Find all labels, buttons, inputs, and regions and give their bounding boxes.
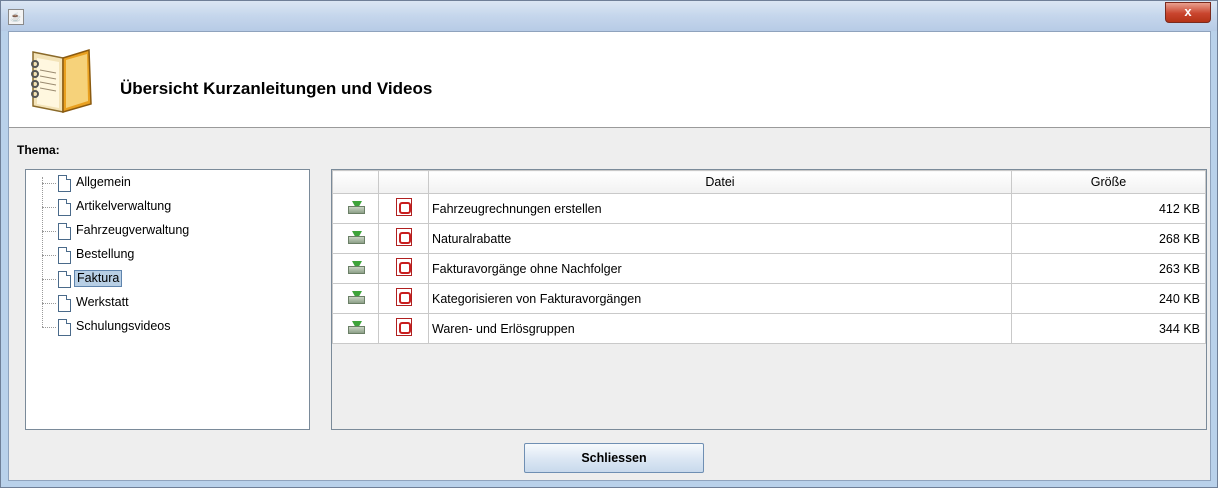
files-table-panel: Datei Größe Fahrzeugrechnungen erstellen…: [331, 169, 1207, 430]
download-icon[interactable]: [348, 230, 365, 244]
file-size-cell: 263 KB: [1011, 253, 1206, 284]
topic-tree[interactable]: Allgemein Artikelverwaltung Fahrzeugverw…: [25, 169, 310, 430]
tree-item-label: Allgemein: [76, 175, 131, 189]
tree-item-label: Werkstatt: [76, 295, 129, 309]
pdf-icon[interactable]: [395, 258, 412, 276]
document-icon: [58, 223, 71, 240]
pdf-cell[interactable]: [378, 223, 429, 254]
table-header-row: Datei Größe: [332, 170, 1206, 194]
dialog-content: Übersicht Kurzanleitungen und Videos The…: [8, 31, 1211, 481]
download-cell[interactable]: [332, 193, 379, 224]
java-icon[interactable]: ☕: [8, 9, 24, 25]
book-icon: [31, 48, 92, 113]
close-button[interactable]: Schliessen: [524, 443, 704, 473]
column-header-pdf[interactable]: [378, 170, 429, 194]
file-name-cell[interactable]: Naturalrabatte: [428, 223, 1012, 254]
tree-item-label: Schulungsvideos: [76, 319, 171, 333]
file-size-cell: 412 KB: [1011, 193, 1206, 224]
download-cell[interactable]: [332, 313, 379, 344]
tree-item-bestellung[interactable]: Bestellung: [42, 244, 302, 266]
table-row[interactable]: Kategorisieren von Fakturavorgängen 240 …: [332, 283, 1206, 314]
tree-item-allgemein[interactable]: Allgemein: [42, 172, 302, 194]
table-row[interactable]: Waren- und Erlösgruppen 344 KB: [332, 313, 1206, 344]
document-icon: [58, 175, 71, 192]
tree-item-schulungsvideos[interactable]: Schulungsvideos: [42, 316, 302, 338]
table-row[interactable]: Fakturavorgänge ohne Nachfolger 263 KB: [332, 253, 1206, 284]
tree-item-label: Bestellung: [76, 247, 135, 261]
download-cell[interactable]: [332, 283, 379, 314]
file-name-cell[interactable]: Kategorisieren von Fakturavorgängen: [428, 283, 1012, 314]
title-bar[interactable]: ☕ x: [1, 1, 1217, 31]
pdf-cell[interactable]: [378, 283, 429, 314]
column-header-datei[interactable]: Datei: [428, 170, 1012, 194]
pdf-icon[interactable]: [395, 228, 412, 246]
table-row[interactable]: Naturalrabatte 268 KB: [332, 223, 1206, 254]
file-name-cell[interactable]: Fakturavorgänge ohne Nachfolger: [428, 253, 1012, 284]
pdf-cell[interactable]: [378, 253, 429, 284]
pdf-cell[interactable]: [378, 313, 429, 344]
pdf-cell[interactable]: [378, 193, 429, 224]
document-icon: [58, 319, 71, 336]
document-icon: [58, 247, 71, 264]
tree-item-fahrzeugverwaltung[interactable]: Fahrzeugverwaltung: [42, 220, 302, 242]
column-header-groesse[interactable]: Größe: [1011, 170, 1206, 194]
dialog-window: ☕ x Übersicht Kurzanleitungen und Videos…: [0, 0, 1218, 488]
file-size-cell: 268 KB: [1011, 223, 1206, 254]
header-panel: Übersicht Kurzanleitungen und Videos: [9, 32, 1210, 128]
file-size-cell: 344 KB: [1011, 313, 1206, 344]
pdf-icon[interactable]: [395, 288, 412, 306]
page-title: Übersicht Kurzanleitungen und Videos: [120, 79, 433, 98]
column-header-download[interactable]: [332, 170, 379, 194]
download-icon[interactable]: [348, 260, 365, 274]
file-size-cell: 240 KB: [1011, 283, 1206, 314]
thema-label: Thema:: [17, 143, 60, 157]
tree-item-artikelverwaltung[interactable]: Artikelverwaltung: [42, 196, 302, 218]
tree-item-label: Fahrzeugverwaltung: [76, 223, 190, 237]
document-icon: [58, 295, 71, 312]
download-icon[interactable]: [348, 320, 365, 334]
file-name-cell[interactable]: Fahrzeugrechnungen erstellen: [428, 193, 1012, 224]
download-icon[interactable]: [348, 200, 365, 214]
document-icon: [58, 199, 71, 216]
tree-item-label: Faktura: [74, 270, 123, 287]
download-icon[interactable]: [348, 290, 365, 304]
tree-item-werkstatt[interactable]: Werkstatt: [42, 292, 302, 314]
files-table: Datei Größe Fahrzeugrechnungen erstellen…: [332, 170, 1206, 344]
tree-item-faktura[interactable]: Faktura: [42, 268, 302, 290]
document-icon: [58, 271, 71, 288]
file-name-cell[interactable]: Waren- und Erlösgruppen: [428, 313, 1012, 344]
download-cell[interactable]: [332, 223, 379, 254]
window-close-button[interactable]: x: [1165, 2, 1211, 23]
download-cell[interactable]: [332, 253, 379, 284]
tree-item-label: Artikelverwaltung: [76, 199, 172, 213]
pdf-icon[interactable]: [395, 318, 412, 336]
pdf-icon[interactable]: [395, 198, 412, 216]
table-row[interactable]: Fahrzeugrechnungen erstellen 412 KB: [332, 193, 1206, 224]
